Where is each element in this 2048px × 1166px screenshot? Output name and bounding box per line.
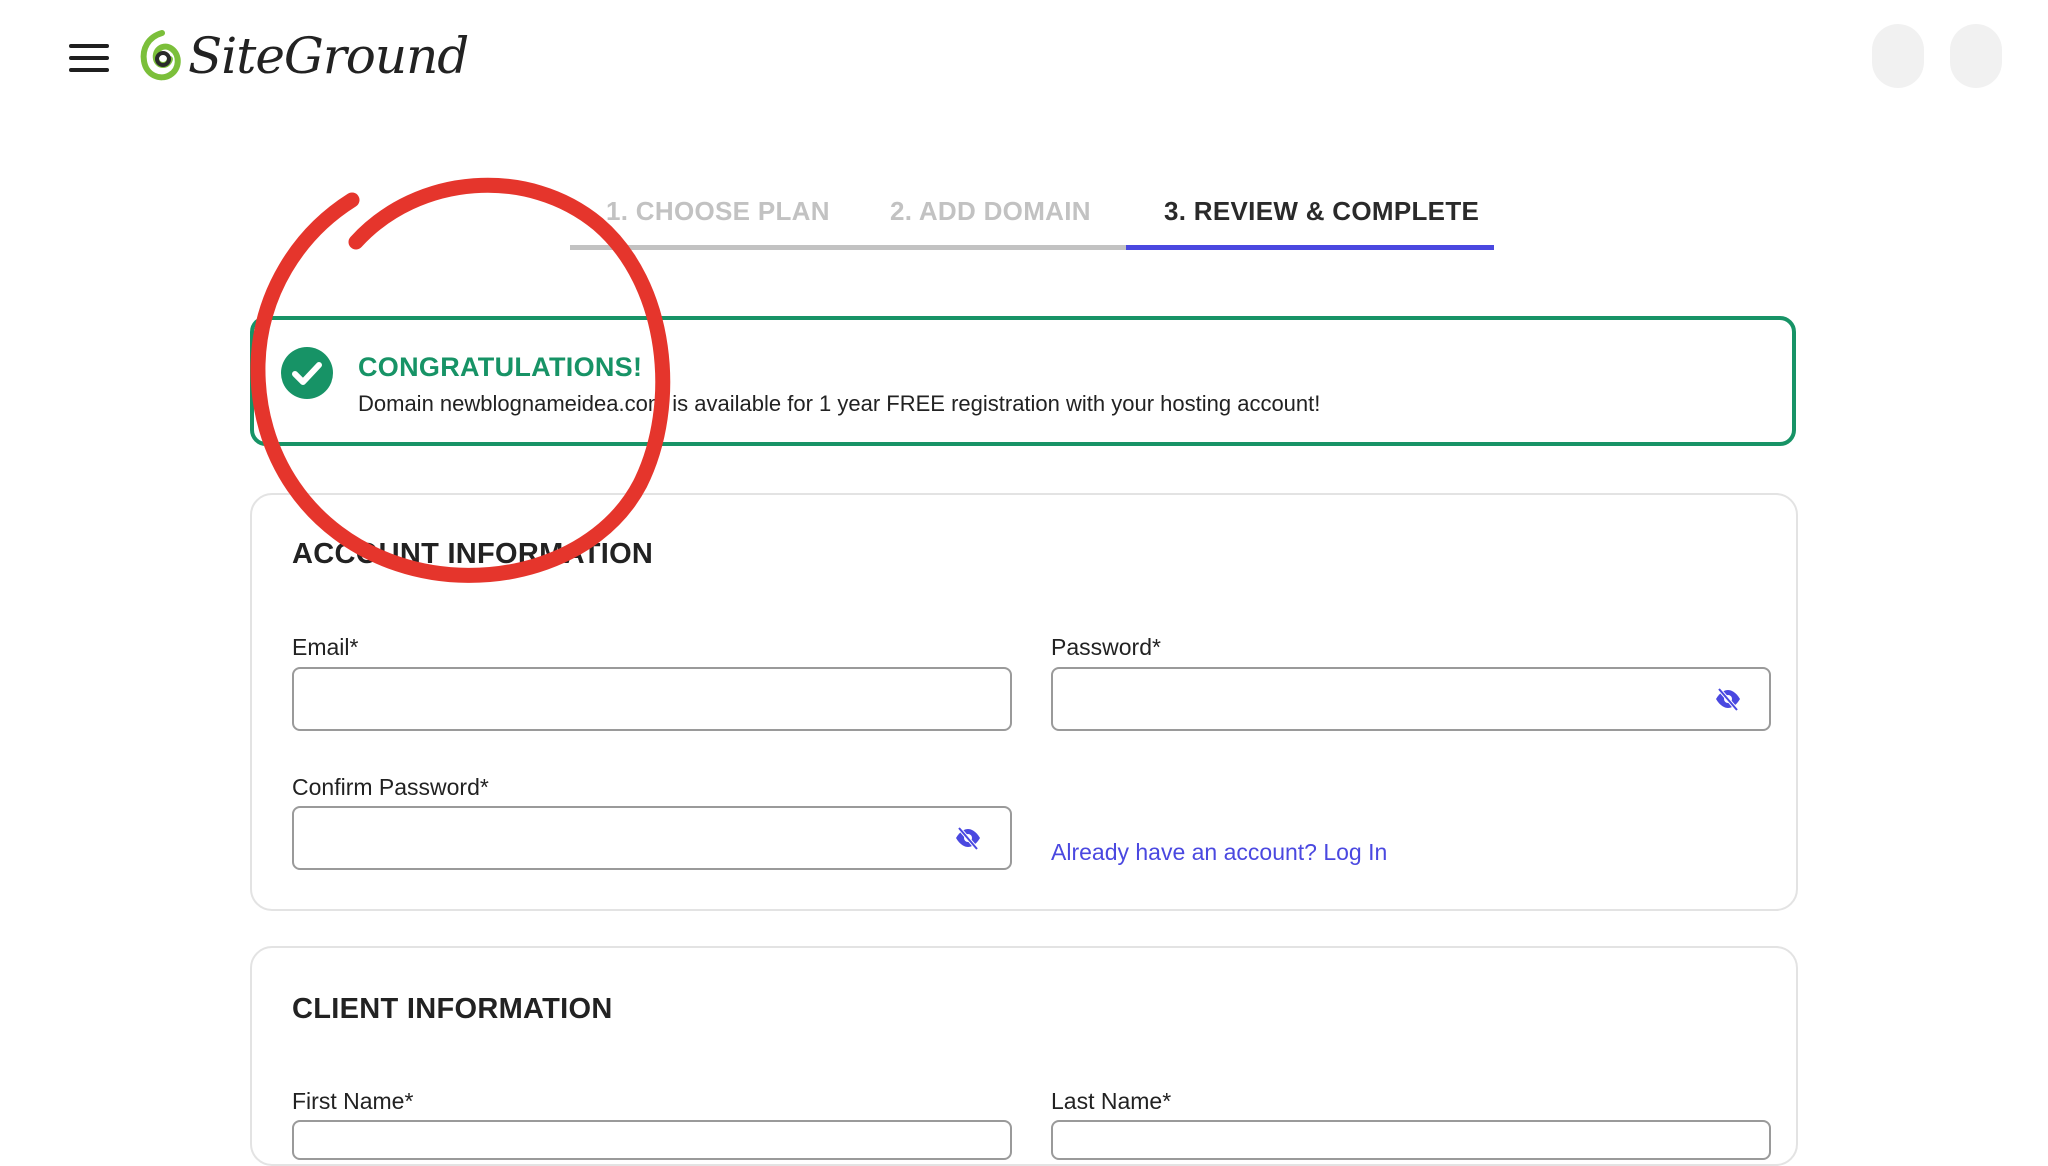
password-input[interactable] (1051, 667, 1771, 731)
banner-message: Domain newblognameidea.com is available … (358, 391, 1321, 416)
banner-title: CONGRATULATIONS! (358, 352, 643, 382)
login-link[interactable]: Already have an account? Log In (1051, 839, 1387, 866)
hamburger-menu-icon[interactable] (69, 44, 109, 72)
account-section-title: ACCOUNT INFORMATION (292, 538, 654, 570)
password-label: Password* (1051, 634, 1161, 660)
check-circle-icon (281, 347, 333, 399)
email-input[interactable] (292, 667, 1012, 731)
siteground-logo[interactable]: SiteGround (138, 26, 469, 86)
hide-password-icon[interactable] (1714, 685, 1742, 713)
header-action-placeholder-2[interactable] (1950, 24, 2002, 88)
header-action-placeholder-1[interactable] (1872, 24, 1924, 88)
step-review-complete[interactable]: 3. REVIEW & COMPLETE (1164, 196, 1479, 227)
first-name-input[interactable] (292, 1120, 1012, 1160)
last-name-input[interactable] (1051, 1120, 1771, 1160)
hide-confirm-password-icon[interactable] (954, 824, 982, 852)
email-label: Email* (292, 634, 359, 660)
step-progress-active (1126, 245, 1494, 250)
last-name-label: Last Name* (1051, 1088, 1172, 1114)
siteground-logo-icon (140, 30, 181, 81)
step-add-domain[interactable]: 2. ADD DOMAIN (890, 196, 1091, 227)
step-choose-plan[interactable]: 1. CHOOSE PLAN (606, 196, 830, 227)
step-progress-track (570, 245, 1126, 250)
client-section-title: CLIENT INFORMATION (292, 993, 613, 1025)
first-name-label: First Name* (292, 1088, 414, 1114)
brand-name: SiteGround (188, 27, 469, 85)
confirm-password-label: Confirm Password* (292, 774, 489, 800)
confirm-password-input[interactable] (292, 806, 1012, 870)
